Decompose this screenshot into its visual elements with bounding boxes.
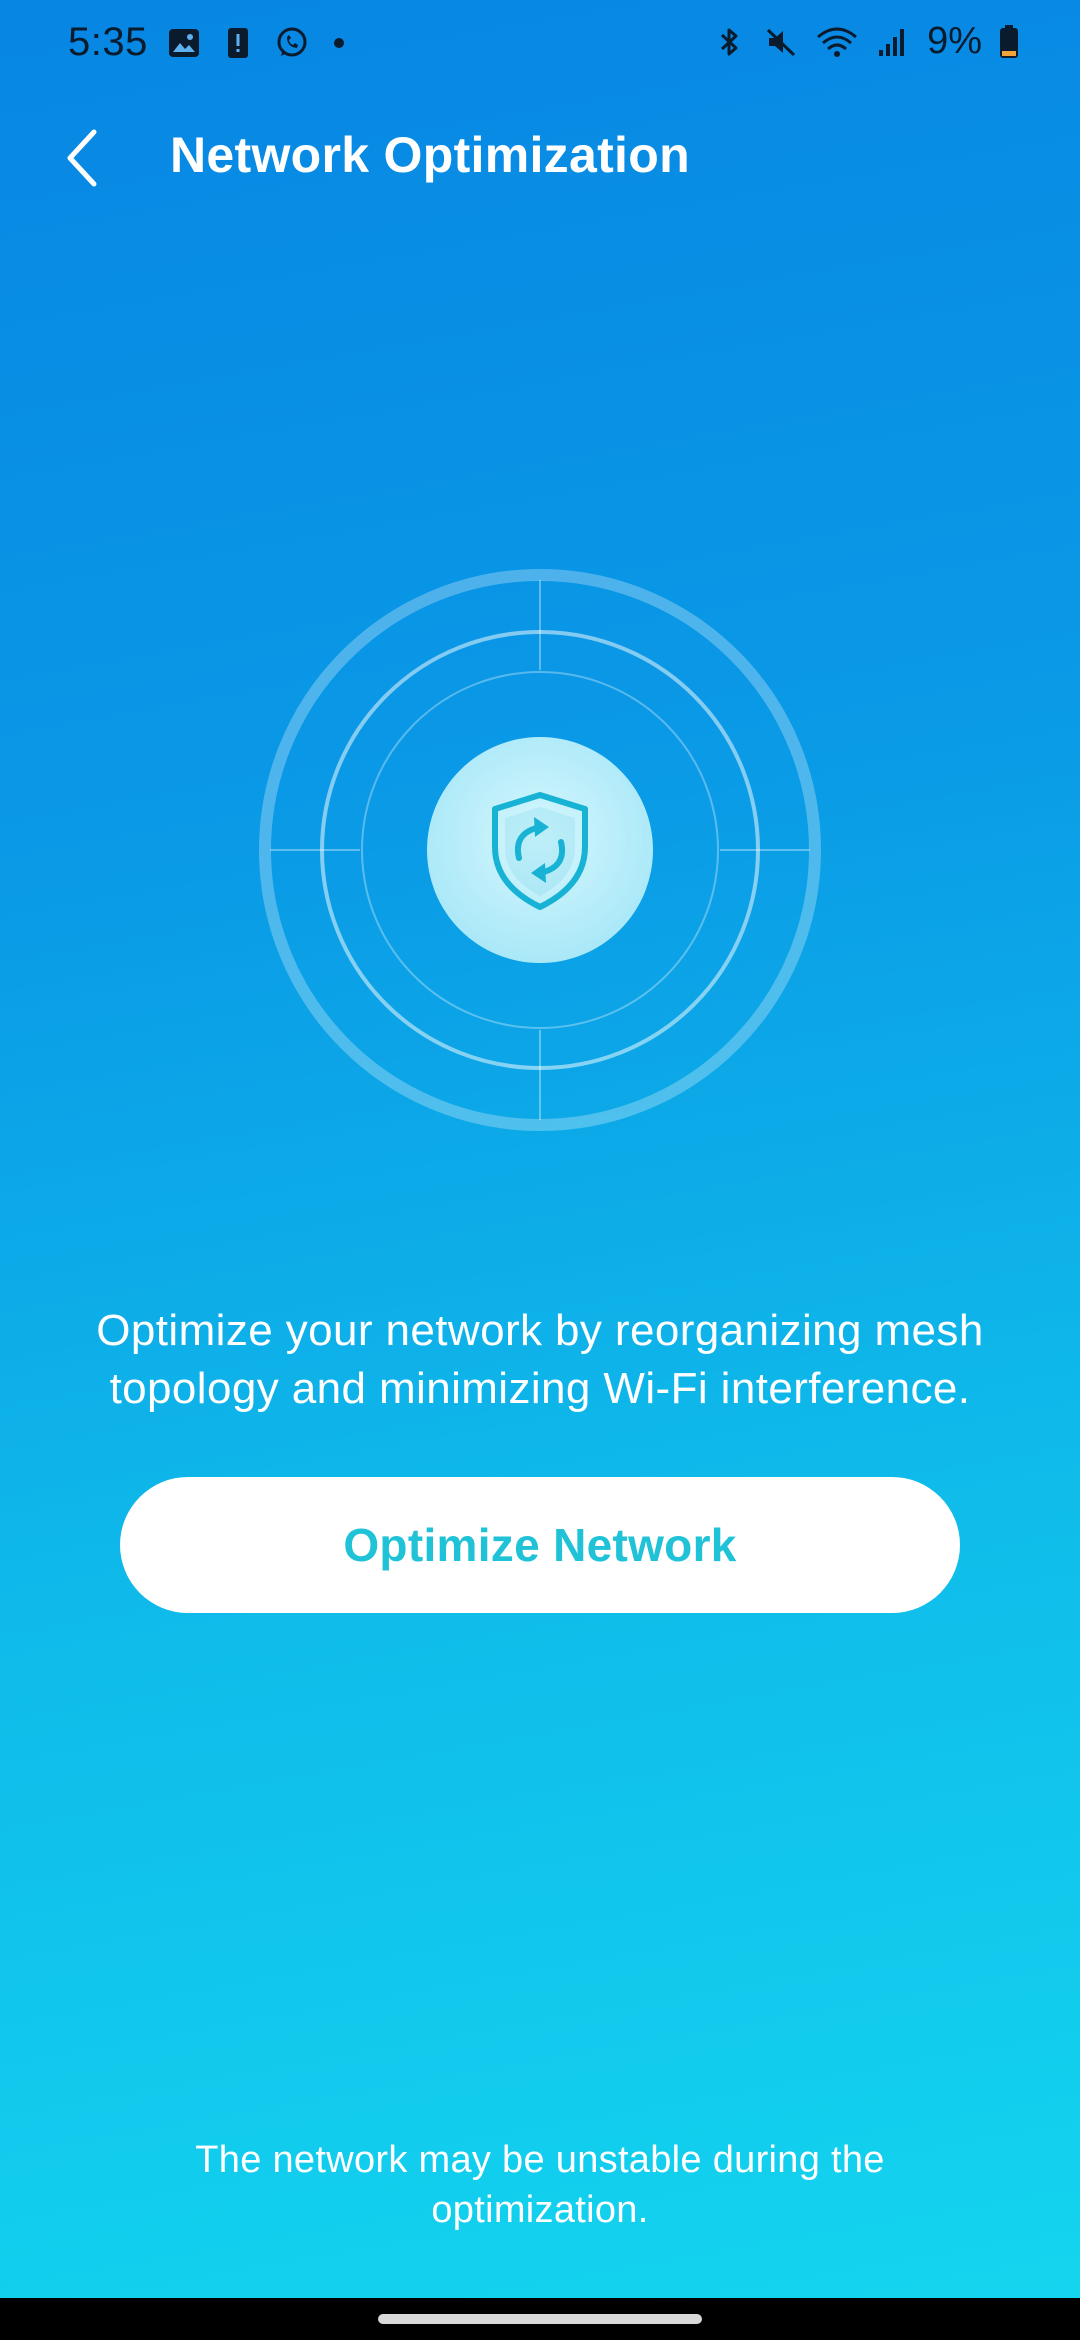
- battery-icon: [1000, 24, 1018, 58]
- wifi-icon: [817, 27, 858, 57]
- page-title: Network Optimization: [170, 127, 690, 183]
- description-text: Optimize your network by reorganizing me…: [96, 1306, 984, 1413]
- status-bar: 5:35 9%: [0, 0, 1080, 96]
- status-time: 5:35: [68, 20, 148, 64]
- warning-text: The network may be unstable during the o…: [195, 2139, 885, 2231]
- mute-icon: [767, 28, 796, 56]
- back-button[interactable]: [46, 122, 118, 194]
- optimization-illustration: [255, 565, 825, 1135]
- status-right: 9%: [711, 20, 1020, 63]
- navigation-bar: [0, 2298, 1080, 2340]
- bluetooth-icon: [721, 28, 738, 55]
- chevron-left-icon: [67, 129, 97, 187]
- notification-dot: [333, 37, 344, 48]
- whatsapp-icon: [277, 27, 307, 56]
- battery-percentage: 9%: [927, 20, 982, 62]
- image-icon: [168, 28, 199, 57]
- optimize-network-button[interactable]: Optimize Network: [120, 1477, 960, 1613]
- status-left: 5:35: [68, 20, 344, 65]
- signal-icon: [879, 28, 905, 56]
- radar-graphic: [259, 569, 821, 1131]
- header: Network Optimization: [0, 110, 1080, 206]
- home-indicator[interactable]: [378, 2314, 702, 2324]
- alert-icon: [227, 27, 248, 58]
